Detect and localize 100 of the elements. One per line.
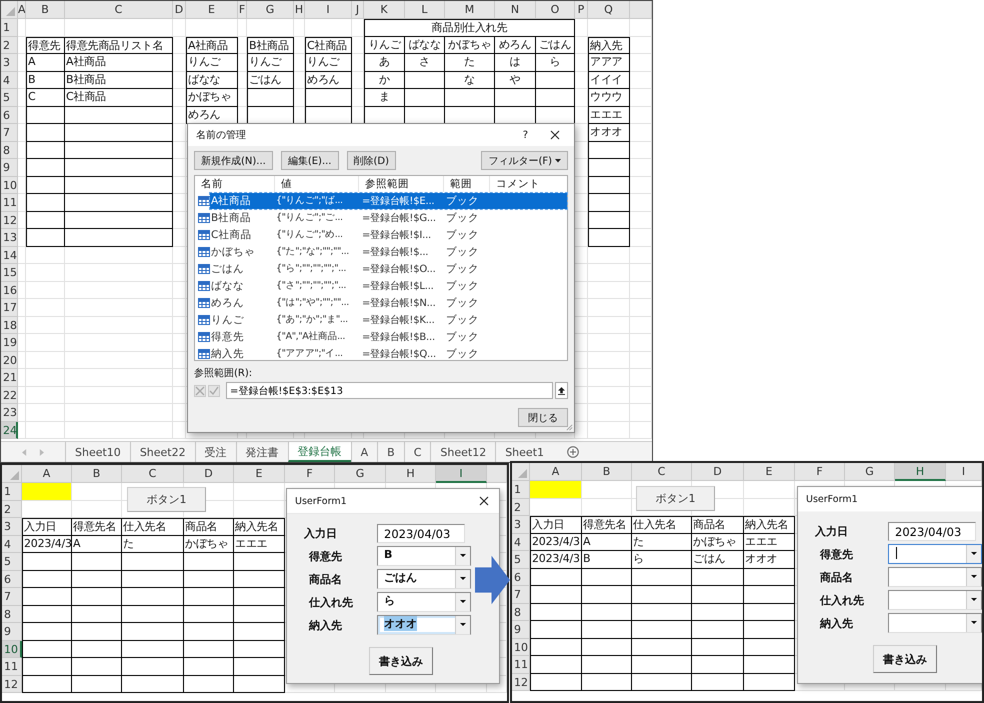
row-header[interactable]: 17	[1, 299, 18, 316]
dropdown-button[interactable]	[966, 614, 981, 632]
sheet-tab[interactable]: 登録台帳	[288, 442, 351, 462]
column-header[interactable]: B	[72, 465, 122, 483]
column-header[interactable]: B	[582, 463, 632, 481]
dropdown-button[interactable]	[966, 545, 981, 563]
column-header[interactable]: G	[247, 1, 294, 19]
column-header[interactable]: B	[26, 1, 65, 19]
column-header[interactable]: D	[173, 1, 186, 19]
row-header[interactable]: 12	[2, 676, 22, 693]
row-header[interactable]: 5	[1, 89, 18, 106]
help-button[interactable]: ?	[522, 130, 528, 140]
row-header[interactable]: 20	[1, 352, 18, 369]
column-header[interactable]: I	[436, 465, 487, 483]
dropdown-button[interactable]	[966, 591, 981, 609]
column-header[interactable]: Q	[588, 1, 630, 19]
row-header[interactable]: 4	[2, 536, 22, 553]
row-header[interactable]: 3	[2, 518, 22, 536]
row-header[interactable]: 23	[1, 404, 18, 422]
sheet-tab[interactable]: Sheet22	[130, 442, 195, 462]
column-header[interactable]: J	[352, 1, 364, 19]
row-header[interactable]: 5	[512, 551, 530, 568]
column-header[interactable]: A	[530, 463, 582, 481]
name-list-row[interactable]: C社商品 {"りんご";"め... =登録台帳!$I... ブック	[210, 226, 567, 242]
submit-button[interactable]: 書き込み	[369, 647, 433, 675]
column-header[interactable]: G	[845, 463, 895, 481]
row-header[interactable]: 2	[512, 498, 530, 516]
column-header[interactable]: H	[294, 1, 305, 19]
filter-button[interactable]: フィルター(F)	[481, 151, 568, 170]
name-list-row[interactable]: ばなな {"さ";"";"";"";"... =登録台帳!$L... ブック	[210, 278, 567, 294]
row-header[interactable]: 9	[512, 621, 530, 638]
row-header[interactable]: 7	[512, 586, 530, 604]
column-header[interactable]: F	[795, 463, 845, 481]
row-header[interactable]: 1	[512, 481, 530, 498]
dialog-button[interactable]: 新規作成(N)...	[194, 151, 273, 170]
sheet-tab[interactable]: A	[350, 442, 378, 462]
sheet-tab[interactable]: B	[377, 442, 404, 462]
combo-box[interactable]: ごはん	[377, 569, 471, 589]
row-header[interactable]: 3	[512, 516, 530, 534]
row-header[interactable]: 3	[1, 54, 18, 72]
sheet-tab[interactable]: Sheet12	[430, 442, 496, 462]
column-header[interactable]: K	[364, 1, 405, 19]
row-header[interactable]: 6	[512, 568, 530, 586]
row-header[interactable]: 10	[1, 176, 18, 194]
sheet-tab[interactable]: Sheet10	[65, 442, 130, 462]
column-header[interactable]: D	[692, 463, 744, 481]
row-header[interactable]: 7	[2, 588, 22, 606]
column-header[interactable]: E	[186, 1, 238, 19]
dropdown-button[interactable]	[966, 568, 981, 586]
row-header[interactable]: 8	[1, 142, 18, 159]
column-header[interactable]: I	[305, 1, 352, 19]
combo-box[interactable]: B	[377, 546, 471, 566]
row-header[interactable]: 19	[1, 334, 18, 352]
row-header[interactable]: 11	[512, 656, 530, 674]
combo-box[interactable]	[888, 544, 982, 564]
row-header[interactable]: 6	[1, 106, 18, 124]
dropdown-button[interactable]	[455, 570, 470, 588]
sheet-button[interactable]: ボタン1	[127, 487, 206, 512]
column-header[interactable]: F	[285, 465, 335, 483]
name-list-row[interactable]: めろん {"は";"や";"";""... =登録台帳!$N... ブック	[210, 294, 567, 310]
row-header[interactable]: 4	[512, 534, 530, 551]
collapse-button[interactable]	[555, 382, 568, 399]
combo-box[interactable]: ら	[377, 592, 471, 612]
row-header[interactable]: 10	[2, 640, 22, 658]
dropdown-button[interactable]	[455, 616, 470, 634]
close-icon[interactable]	[479, 496, 489, 506]
row-header[interactable]: 18	[1, 316, 18, 334]
column-header[interactable]: L	[405, 1, 445, 19]
row-header[interactable]: 8	[512, 604, 530, 621]
sheet-tab[interactable]: 受注	[194, 442, 236, 462]
column-header[interactable]: A	[22, 465, 72, 483]
name-list-row[interactable]: B社商品 {"りんご";"ご... =登録台帳!$G... ブック	[210, 210, 567, 226]
column-header[interactable]: N	[495, 1, 536, 19]
row-header[interactable]: 1	[2, 483, 22, 500]
row-header[interactable]: 9	[2, 623, 22, 640]
column-header[interactable]: C	[122, 465, 184, 483]
row-header[interactable]: 15	[1, 264, 18, 282]
close-button[interactable]: 閉じる	[518, 408, 568, 427]
name-list-row[interactable]: かぼちゃ {"た";"な";"";""... =登録台帳!$... ブック	[210, 244, 567, 260]
name-list-row[interactable]: 得意先 {"A","A社商品... =登録台帳!$B... ブック	[210, 328, 567, 344]
row-header[interactable]: 7	[1, 124, 18, 142]
name-list-row[interactable]: りんご {"あ";"か";"ま"... =登録台帳!$K... ブック	[210, 312, 567, 328]
name-list-row[interactable]: 納入先 {"アアア";"イ... =登録台帳!$Q... ブック	[210, 346, 567, 362]
column-header[interactable]: P	[575, 1, 588, 19]
column-header[interactable]: E	[234, 465, 285, 483]
name-list-row[interactable]: ごはん {"ら";"";"";"";"... =登録台帳!$O... ブック	[210, 260, 567, 276]
column-header[interactable]: E	[744, 463, 795, 481]
row-header[interactable]: 9	[1, 159, 18, 176]
column-header[interactable]: H	[895, 463, 946, 481]
row-header[interactable]: 12	[1, 212, 18, 229]
list-column-header[interactable]: コメント	[490, 176, 560, 192]
sheet-tab[interactable]: C	[404, 442, 430, 462]
add-sheet-icon[interactable]	[567, 446, 580, 458]
column-header[interactable]: G	[335, 465, 386, 483]
row-header[interactable]: 1	[1, 19, 18, 36]
row-header[interactable]: 22	[1, 386, 18, 404]
dropdown-button[interactable]	[455, 593, 470, 611]
row-header[interactable]: 21	[1, 369, 18, 386]
row-header[interactable]: 2	[2, 500, 22, 518]
column-header[interactable]: O	[536, 1, 575, 19]
